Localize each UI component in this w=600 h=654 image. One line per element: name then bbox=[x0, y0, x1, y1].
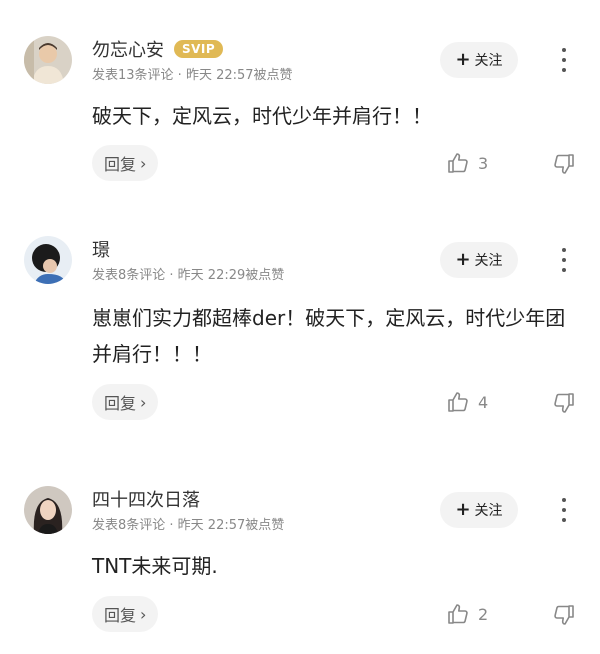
more-options-icon[interactable] bbox=[554, 248, 574, 272]
dislike-button[interactable] bbox=[552, 603, 576, 627]
like-button[interactable]: 4 bbox=[446, 390, 488, 414]
follow-button[interactable]: + 关注 bbox=[440, 242, 518, 278]
dislike-button[interactable] bbox=[552, 152, 576, 176]
like-count: 3 bbox=[478, 153, 489, 173]
follow-button[interactable]: + 关注 bbox=[440, 42, 518, 78]
comment-meta: 发表8条评论 · 昨天 22:29被点赞 bbox=[92, 268, 285, 283]
user-photo-avatar-icon bbox=[24, 236, 72, 284]
reply-button[interactable]: 回复 › bbox=[92, 145, 159, 181]
like-button[interactable]: 3 bbox=[446, 151, 488, 175]
chevron-right-icon: › bbox=[140, 392, 147, 412]
plus-icon: + bbox=[455, 499, 471, 520]
comment-text: TNT未来可期. bbox=[92, 554, 218, 578]
thumbs-up-icon bbox=[448, 604, 468, 624]
thumbs-up-icon bbox=[448, 153, 468, 173]
reply-label: 回复 bbox=[104, 155, 137, 174]
more-options-icon[interactable] bbox=[554, 48, 574, 72]
more-options-icon[interactable] bbox=[554, 498, 574, 522]
like-count: 2 bbox=[478, 604, 489, 624]
thumbs-up-icon bbox=[448, 392, 468, 412]
comment-meta: 发表13条评论 · 昨天 22:57被点赞 bbox=[92, 68, 293, 83]
avatar[interactable] bbox=[24, 236, 72, 284]
comment-text: 崽崽们实力都超棒der！破天下，定风云，时代少年团并肩行！！！ bbox=[92, 306, 566, 366]
reply-button[interactable]: 回复 › bbox=[92, 596, 159, 632]
follow-label: 关注 bbox=[474, 53, 503, 69]
follow-label: 关注 bbox=[474, 503, 503, 519]
follow-button[interactable]: + 关注 bbox=[440, 492, 518, 528]
follow-label: 关注 bbox=[474, 253, 503, 269]
plus-icon: + bbox=[455, 49, 471, 70]
chevron-right-icon: › bbox=[140, 604, 147, 624]
comment-text: 破天下，定风云，时代少年并肩行！！ bbox=[92, 104, 432, 128]
dislike-button[interactable] bbox=[552, 391, 576, 415]
reply-label: 回复 bbox=[104, 394, 137, 413]
user-photo-avatar-icon bbox=[24, 36, 72, 84]
username[interactable]: 勿忘心安 bbox=[92, 36, 164, 62]
like-button[interactable]: 2 bbox=[446, 602, 488, 626]
comment-meta: 发表8条评论 · 昨天 22:57被点赞 bbox=[92, 518, 285, 533]
reply-label: 回复 bbox=[104, 606, 137, 625]
thumbs-down-icon bbox=[554, 154, 574, 174]
username[interactable]: 四十四次日落 bbox=[92, 486, 200, 512]
avatar[interactable] bbox=[24, 486, 72, 534]
thumbs-down-icon bbox=[554, 605, 574, 625]
thumbs-down-icon bbox=[554, 393, 574, 413]
chevron-right-icon: › bbox=[140, 153, 147, 173]
like-count: 4 bbox=[478, 392, 489, 412]
user-photo-avatar-icon bbox=[24, 486, 72, 534]
reply-button[interactable]: 回复 › bbox=[92, 384, 159, 420]
avatar[interactable] bbox=[24, 36, 72, 84]
svip-badge: SVIP bbox=[174, 40, 224, 58]
plus-icon: + bbox=[455, 249, 471, 270]
username[interactable]: 璟 bbox=[92, 236, 110, 262]
